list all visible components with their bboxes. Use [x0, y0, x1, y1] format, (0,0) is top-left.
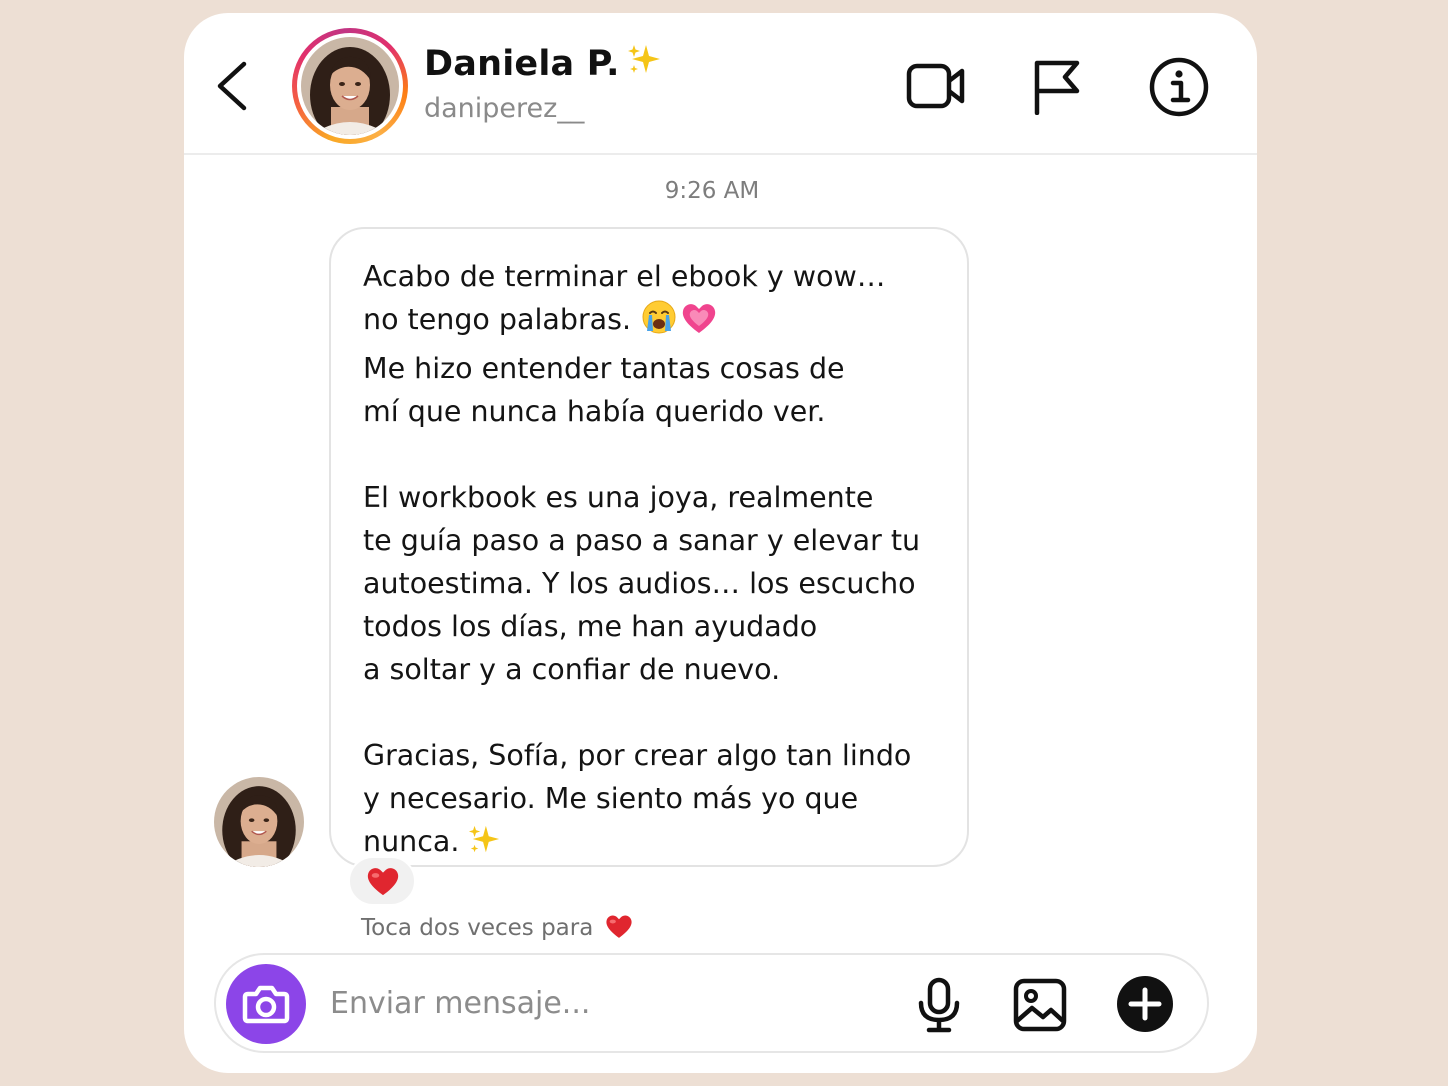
message-line: todos los días, me han ayudado [363, 610, 818, 643]
camera-icon [242, 985, 290, 1024]
message-composer [214, 953, 1209, 1053]
crying-face-icon [641, 299, 677, 347]
flag-icon [1034, 60, 1080, 116]
info-circle-icon [1149, 57, 1209, 117]
avatar [301, 37, 399, 135]
chat-header: Daniela P. daniperez__ [184, 13, 1257, 155]
video-camera-icon [906, 63, 965, 109]
message-line: no tengo palabras. [363, 303, 632, 336]
growing-heart-icon [681, 301, 717, 347]
message-line: Me hizo entender tantas cosas de [363, 352, 845, 385]
message-timestamp: 9:26 AM [664, 178, 760, 204]
contact-name: Daniela P. [424, 43, 662, 86]
dm-window: Daniela P. daniperez__ 9:26 AM Acabo de … [184, 13, 1257, 1073]
image-icon [1013, 978, 1067, 1032]
red-heart-icon [367, 868, 399, 896]
message-line: te guía paso a paso a sanar y elevar tu [363, 524, 921, 557]
report-button[interactable] [1032, 59, 1082, 119]
message-bubble[interactable]: Acabo de terminar el ebook y wow… no ten… [329, 227, 969, 867]
video-call-button[interactable] [906, 61, 966, 115]
message-line: El workbook es una joya, realmente [363, 481, 874, 514]
voice-message-button[interactable] [916, 977, 962, 1037]
message-line: Gracias, Sofía, por crear algo tan lindo [363, 739, 912, 772]
message-line: autoestima. Y los audios… los escucho [363, 567, 916, 600]
plus-circle-icon [1117, 976, 1173, 1032]
double-tap-hint: Toca dos veces para [361, 914, 633, 941]
sender-avatar[interactable] [214, 777, 304, 867]
chevron-left-icon [217, 61, 247, 111]
message-reaction[interactable] [348, 856, 416, 906]
message-line: mí que nunca había querido ver. [363, 395, 826, 428]
red-heart-icon [606, 915, 632, 938]
message-line: y necesario. Me siento más yo que [363, 782, 859, 815]
back-button[interactable] [210, 59, 260, 113]
message-input[interactable] [330, 977, 890, 1029]
info-button[interactable] [1148, 56, 1210, 122]
gallery-button[interactable] [1013, 978, 1067, 1036]
contact-username: daniperez__ [424, 93, 585, 124]
microphone-icon [918, 977, 960, 1033]
message-line: nunca. [363, 825, 460, 858]
sparkles-icon [467, 823, 501, 869]
sparkles-icon [626, 43, 662, 86]
message-line: a soltar y a confiar de nuevo. [363, 653, 781, 686]
camera-button[interactable] [226, 964, 306, 1044]
message-line: Acabo de terminar el ebook y wow… [363, 260, 886, 293]
story-ring-avatar[interactable] [292, 28, 408, 144]
more-options-button[interactable] [1116, 975, 1174, 1037]
